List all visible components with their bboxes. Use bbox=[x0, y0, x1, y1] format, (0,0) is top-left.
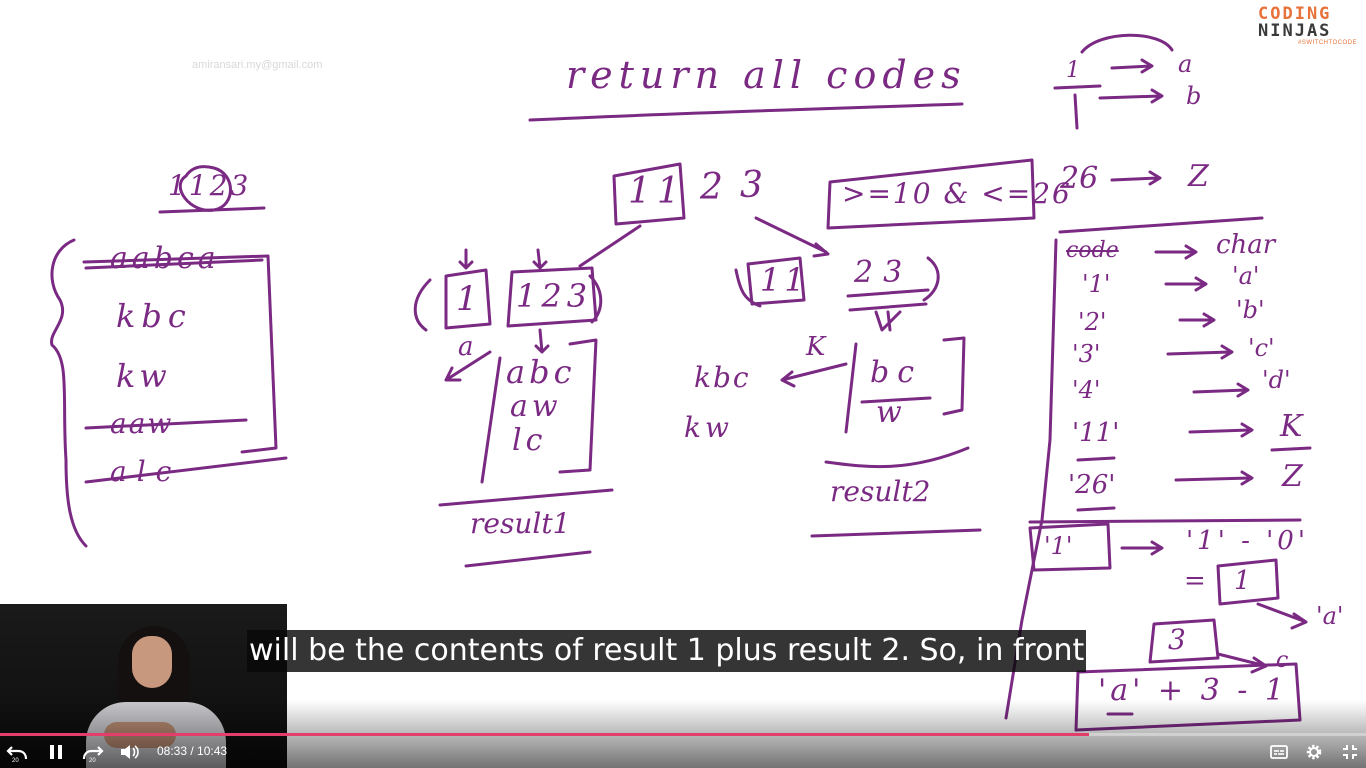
table-char: 'd' bbox=[1262, 366, 1291, 394]
top-number-first: 11 bbox=[628, 171, 686, 212]
rewind-20-icon[interactable]: 20 bbox=[4, 740, 30, 764]
forward-20-icon[interactable]: 20 bbox=[80, 740, 106, 764]
result-item: bc bbox=[870, 355, 923, 390]
gear-icon[interactable] bbox=[1302, 740, 1326, 764]
current-time: 08:33 bbox=[157, 744, 188, 758]
table-char: 'b' bbox=[1236, 296, 1265, 324]
top-number-second: 2 bbox=[700, 167, 723, 208]
list-item: alc bbox=[110, 455, 182, 488]
prefixed-item: kbc bbox=[694, 361, 751, 394]
progress-bar[interactable] bbox=[0, 733, 1366, 736]
split-right-rest: 23 bbox=[854, 255, 913, 290]
email-watermark: amiransari.my@gmail.com bbox=[192, 59, 323, 71]
formula-c: c bbox=[1276, 648, 1289, 673]
duration: 10:43 bbox=[197, 744, 228, 758]
list-item: aaw bbox=[110, 407, 174, 440]
table-code: '26' bbox=[1068, 470, 1116, 500]
coding-ninjas-logo: CODING NINJAS #SWITCHTOCODE bbox=[1258, 6, 1358, 47]
forward-seconds: 20 bbox=[89, 758, 96, 764]
condition-text: >=10 & <=26 bbox=[842, 177, 1072, 210]
split-left-rest: 123 bbox=[516, 277, 593, 315]
table-header-left: code bbox=[1066, 238, 1119, 263]
logo-tagline: #SWITCHTOCODE bbox=[1298, 40, 1358, 46]
progress-played bbox=[0, 733, 1089, 736]
table-char: K bbox=[1280, 409, 1303, 444]
prefixed-item: kw bbox=[684, 411, 733, 444]
board-title: return all codes bbox=[566, 53, 967, 97]
list-item: aabca bbox=[110, 241, 220, 276]
captions-icon[interactable] bbox=[1268, 740, 1290, 764]
subtitle-caption: will be the contents of result 1 plus re… bbox=[247, 630, 1087, 672]
time-separator: / bbox=[187, 744, 198, 758]
formula-expr: '1' - '0' bbox=[1186, 526, 1309, 556]
map-from: 1 bbox=[1066, 58, 1080, 83]
list-item: kbc bbox=[116, 297, 192, 335]
table-code: '4' bbox=[1072, 376, 1101, 404]
split-left-first: 1 bbox=[456, 279, 478, 319]
video-player[interactable]: return all codes 1123 aabca kbc kw aaw a… bbox=[0, 0, 1366, 768]
map-to: b bbox=[1186, 82, 1202, 110]
table-char: 'c' bbox=[1248, 334, 1275, 362]
formula-three: 3 bbox=[1168, 623, 1186, 656]
table-code: '1' bbox=[1082, 270, 1111, 298]
logo-line2: NINJAS bbox=[1258, 21, 1332, 41]
exit-fullscreen-icon[interactable] bbox=[1338, 740, 1362, 764]
map-to: a bbox=[1178, 50, 1193, 78]
table-char: 'a' bbox=[1232, 262, 1260, 290]
result-item: abc bbox=[506, 353, 576, 391]
map-26-to: Z bbox=[1188, 159, 1209, 194]
time-display: 08:33 / 10:43 bbox=[157, 744, 227, 758]
formula-eq: = 1 bbox=[1184, 566, 1261, 596]
table-code: '2' bbox=[1078, 308, 1107, 336]
map-26-from: 26 bbox=[1060, 161, 1099, 196]
result-label: result2 bbox=[830, 475, 931, 508]
table-char: Z bbox=[1282, 459, 1303, 494]
split-left-edge: a bbox=[458, 332, 474, 362]
table-code: '3' bbox=[1072, 340, 1101, 368]
table-header-right: char bbox=[1216, 230, 1276, 260]
result-item: lc bbox=[512, 423, 547, 458]
rewind-seconds: 20 bbox=[12, 758, 19, 764]
split-right-edge: K bbox=[806, 332, 826, 362]
formula-a: 'a' bbox=[1316, 602, 1344, 630]
volume-icon[interactable] bbox=[118, 740, 142, 764]
result-item: aw bbox=[510, 389, 562, 424]
pause-icon[interactable] bbox=[44, 740, 68, 764]
split-right-first: 11 bbox=[760, 261, 809, 299]
input-number: 1123 bbox=[168, 169, 252, 202]
result-label: result1 bbox=[470, 507, 571, 540]
formula-box-value: '1' bbox=[1044, 532, 1073, 560]
top-number-third: 3 bbox=[740, 165, 763, 206]
list-item: kw bbox=[116, 357, 171, 395]
result-item: w bbox=[876, 395, 902, 430]
table-code: '11' bbox=[1072, 418, 1120, 448]
